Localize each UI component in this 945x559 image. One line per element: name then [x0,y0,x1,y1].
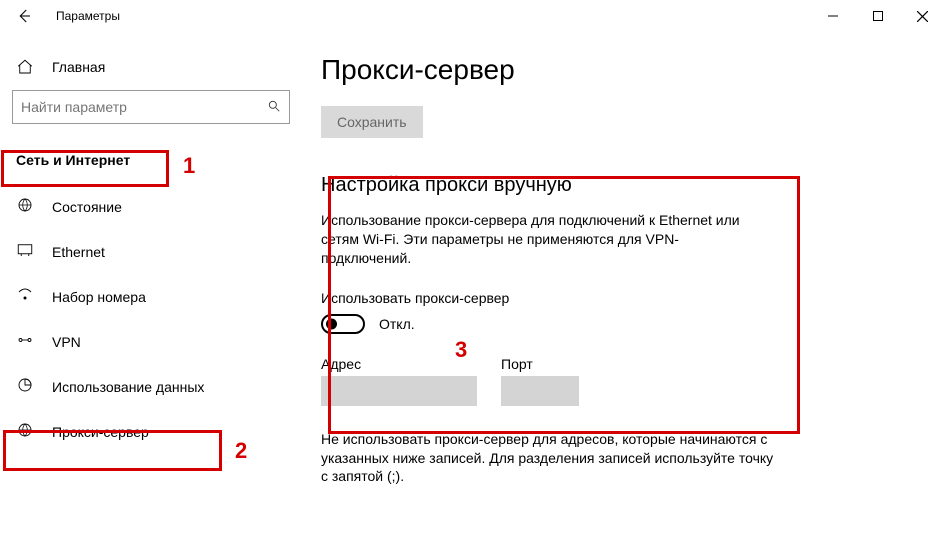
back-button[interactable] [12,4,36,28]
proxy-icon [16,421,34,442]
close-icon [917,11,928,22]
sidebar-item-label: Набор номера [52,289,146,305]
search-box[interactable] [12,90,290,124]
search-icon [267,99,281,116]
data-usage-icon [16,376,34,397]
use-proxy-toggle[interactable] [321,314,365,334]
save-button[interactable]: Сохранить [321,106,423,138]
port-label: Порт [501,356,579,372]
toggle-knob [326,318,337,329]
sidebar-item-label: Прокси-сервер [52,424,149,440]
sidebar-item-vpn[interactable]: VPN [12,319,262,364]
sidebar-item-label: Использование данных [52,379,204,395]
sidebar-item-label: Ethernet [52,244,105,260]
sidebar: Главная Сеть и Интернет Состояние Ethern… [0,32,305,559]
ethernet-icon [16,241,34,262]
vpn-icon [16,331,34,352]
manual-proxy-desc: Использование прокси-сервера для подключ… [321,211,751,268]
titlebar: Параметры [0,0,945,32]
status-icon [16,196,34,217]
use-proxy-label: Использовать прокси-сервер [321,290,929,306]
sidebar-item-label: VPN [52,334,81,350]
sidebar-item-data-usage[interactable]: Использование данных [12,364,262,409]
sidebar-item-proxy[interactable]: Прокси-сервер [12,409,262,454]
maximize-button[interactable] [855,0,900,32]
toggle-state-label: Откл. [379,316,415,332]
page-title: Прокси-сервер [321,54,929,86]
sidebar-item-dialup[interactable]: Набор номера [12,274,262,319]
search-input[interactable] [21,99,267,115]
content-area: Прокси-сервер Сохранить Настройка прокси… [305,32,945,559]
sidebar-item-label: Состояние [52,199,122,215]
section-label: Сеть и Интернет [12,142,175,178]
address-label: Адрес [321,356,477,372]
sidebar-item-status[interactable]: Состояние [12,184,262,229]
window-title: Параметры [56,9,120,23]
home-label: Главная [52,59,105,75]
exclude-note: Не использовать прокси-сервер для адресо… [321,430,781,487]
sidebar-item-ethernet[interactable]: Ethernet [12,229,262,274]
port-input[interactable] [501,376,579,406]
minimize-icon [828,11,838,21]
home-nav[interactable]: Главная [12,52,305,90]
window-controls [810,0,945,32]
home-icon [16,58,34,76]
arrow-left-icon [15,7,33,25]
close-button[interactable] [900,0,945,32]
maximize-icon [873,11,883,21]
dialup-icon [16,286,34,307]
minimize-button[interactable] [810,0,855,32]
manual-proxy-heading: Настройка прокси вручную [321,174,929,197]
address-input[interactable] [321,376,477,406]
